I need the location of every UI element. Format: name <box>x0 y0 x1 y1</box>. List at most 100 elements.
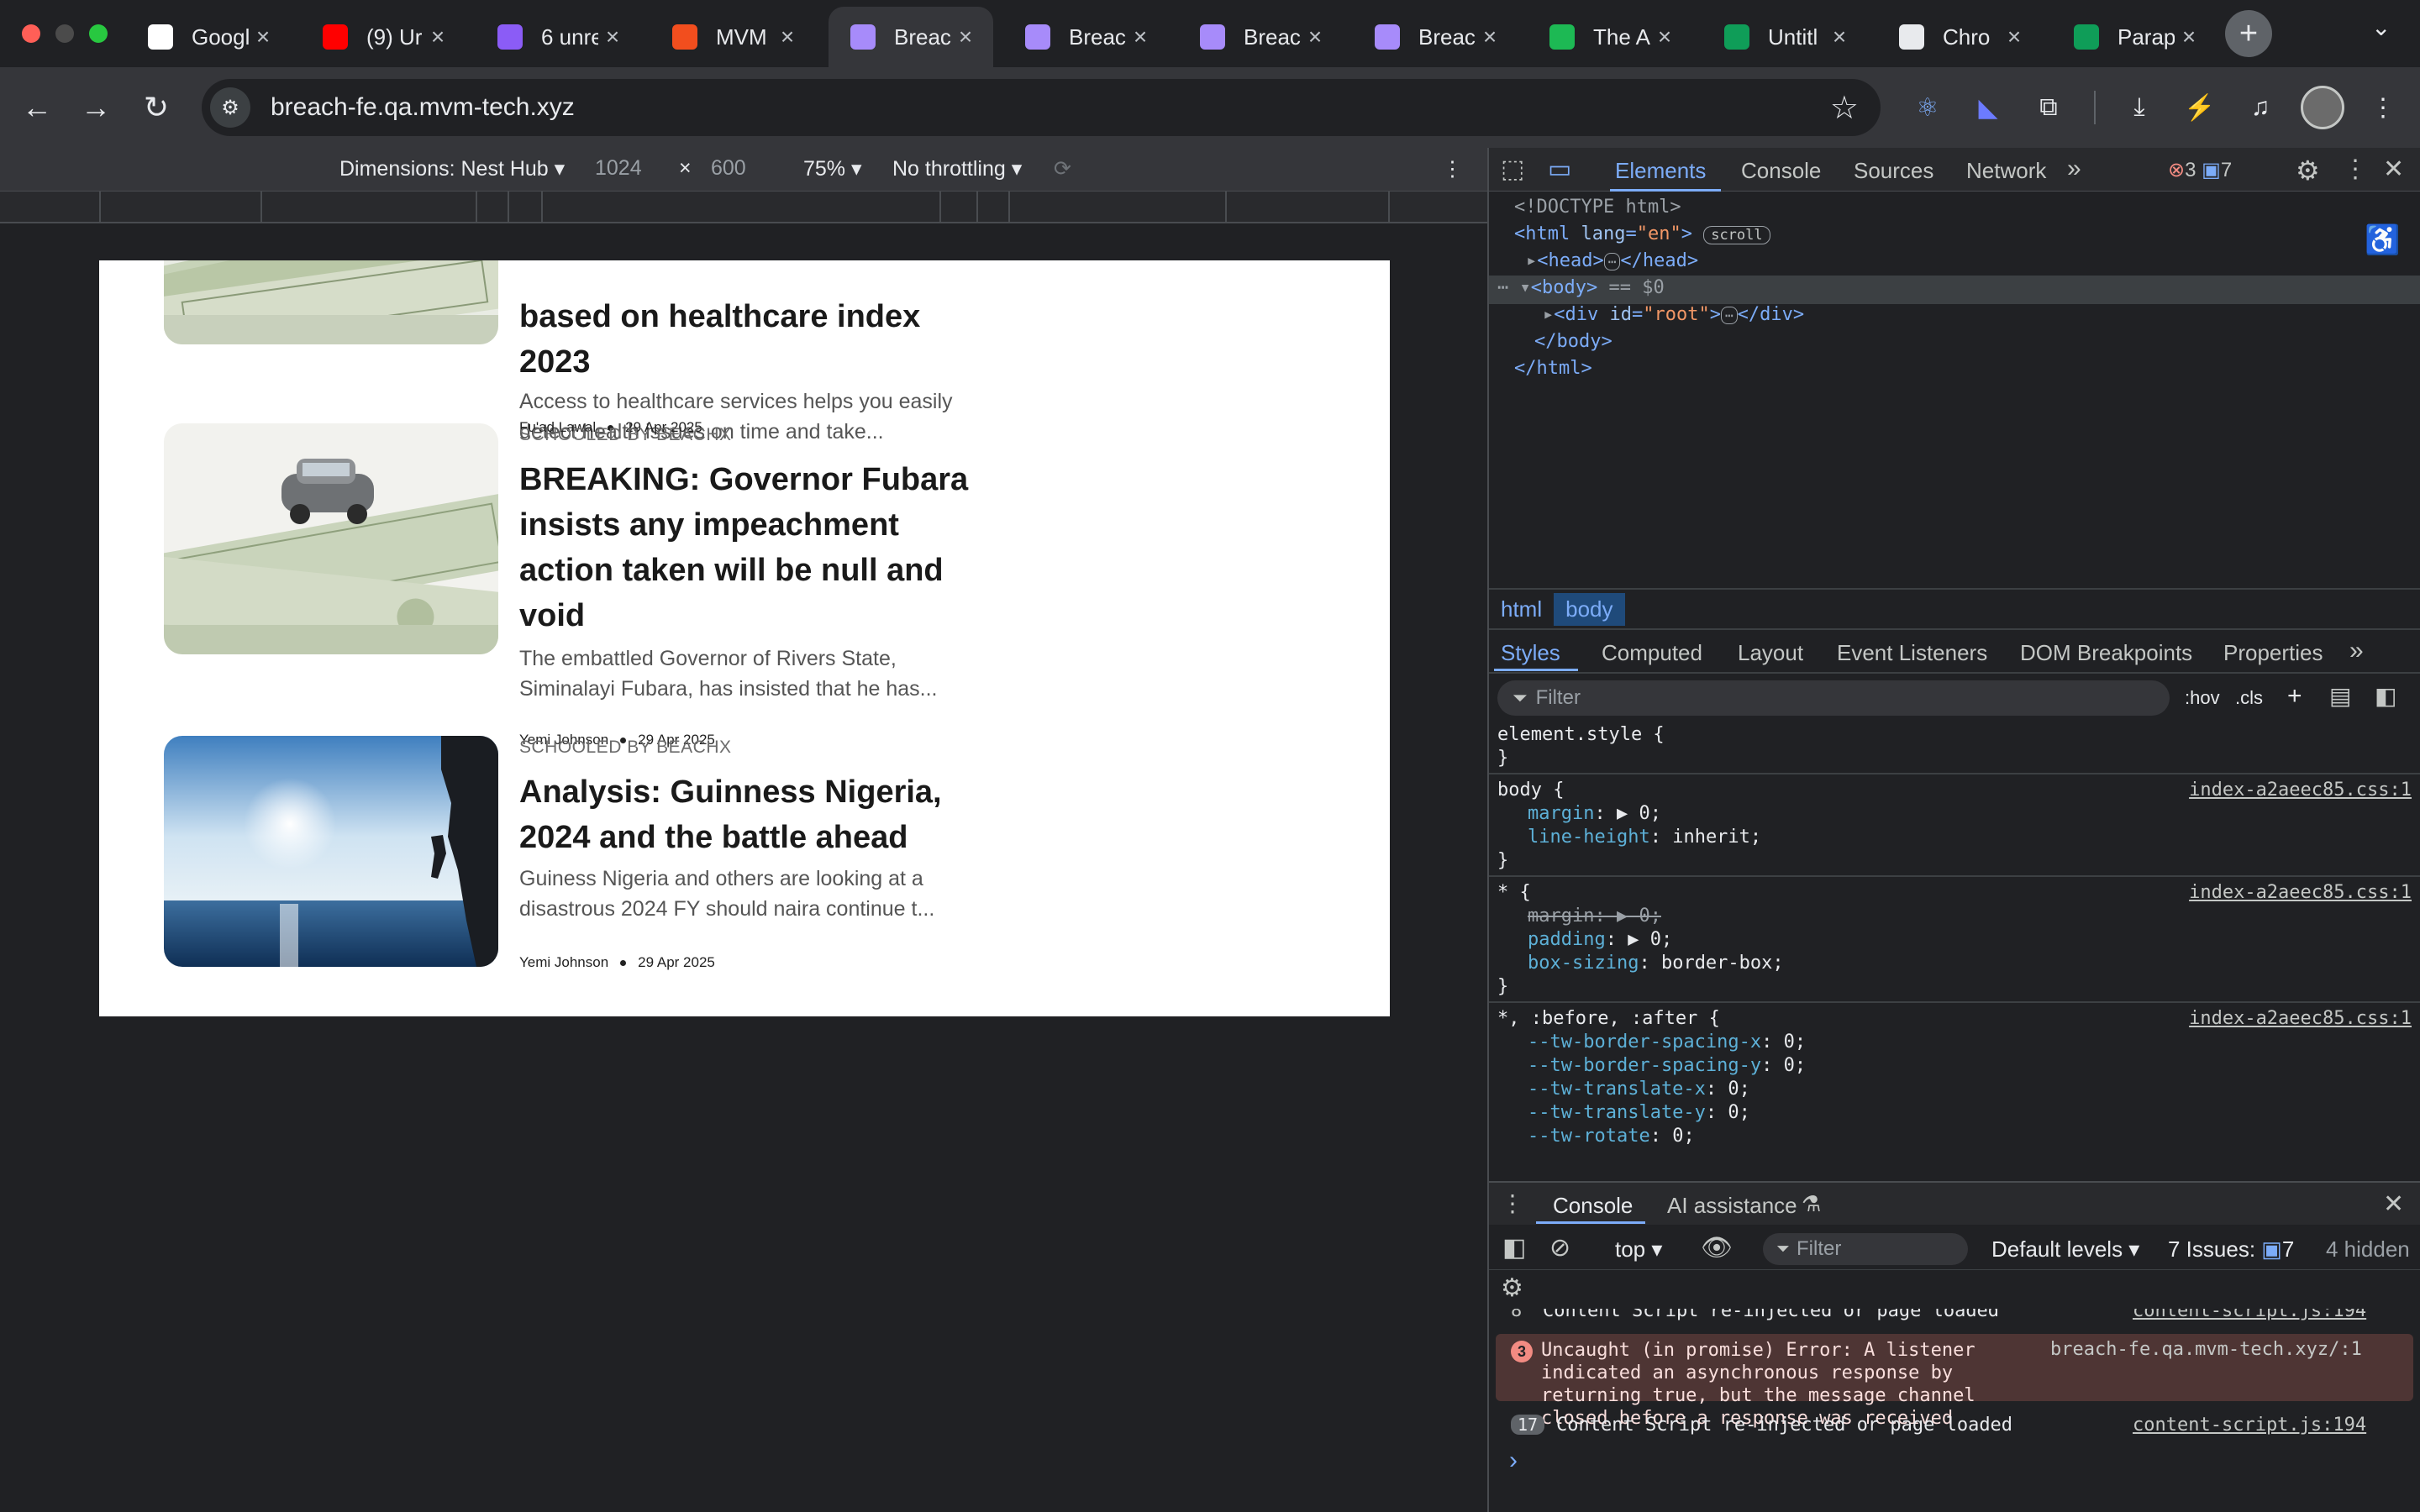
console-prompt[interactable]: › <box>1509 1446 1518 1475</box>
tab-dom-breakpoints[interactable]: DOM Breakpoints <box>2020 640 2192 666</box>
tab-sources[interactable]: Sources <box>1854 158 1933 184</box>
style-source-link[interactable]: index-a2aeec85.css:1 <box>2189 780 2412 801</box>
issues-button[interactable]: 7 Issues: ▣7 <box>2168 1236 2294 1263</box>
dom-body-node[interactable]: ⋯ ▾<body> == $0 <box>1497 277 1665 298</box>
extension-icon[interactable]: ◣ <box>1968 87 2008 128</box>
console-sidebar-icon[interactable]: ◧ <box>1502 1233 1526 1263</box>
tab-properties[interactable]: Properties <box>2223 640 2323 666</box>
device-width-input[interactable]: 1024 <box>595 156 642 181</box>
close-tab-icon[interactable]: × <box>2176 24 2202 50</box>
dom-body-close[interactable]: </body> <box>1534 331 1612 352</box>
minimize-window-button[interactable] <box>55 24 74 43</box>
dom-root-node[interactable]: ▸<div id="root"> ⋯ </div> <box>1543 304 1804 325</box>
media-query-ruler[interactable] <box>0 192 1487 223</box>
react-devtools-icon[interactable]: ⚛ <box>1907 87 1948 128</box>
device-toolbar-more-icon[interactable]: ⋮ <box>1442 156 1463 181</box>
style-rule-selector[interactable]: * { <box>1497 882 1531 903</box>
extensions-puzzle-icon[interactable]: ⧉ <box>2028 87 2069 128</box>
tab-vite[interactable]: Breac × <box>1003 7 1168 67</box>
reload-button[interactable]: ↻ <box>133 84 180 131</box>
tab-computed[interactable]: Computed <box>1602 640 1702 666</box>
error-source[interactable]: breach-fe.qa.mvm-tech.xyz/:1 <box>2050 1339 2362 1360</box>
style-prop[interactable]: --tw-translate-x: 0; <box>1528 1079 1750 1100</box>
tab-youtube[interactable]: (9) Ur × <box>301 7 466 67</box>
article-card[interactable]: Fu'ad Lawal 29 Apr 2025 SCHOOLED BY BEACH… <box>164 419 1004 701</box>
dom-html-close[interactable]: </html> <box>1514 358 1592 379</box>
style-prop[interactable]: --tw-translate-y: 0; <box>1528 1102 1750 1123</box>
tab-figma[interactable]: MVM × <box>650 7 815 67</box>
style-prop[interactable]: box-sizing: border-box; <box>1528 953 1784 974</box>
back-button[interactable]: ← <box>13 84 60 131</box>
cls-toggle[interactable]: .cls <box>2235 687 2263 709</box>
style-prop[interactable]: --tw-border-spacing-x: 0; <box>1528 1032 1806 1053</box>
tab-sheets[interactable]: Parap × <box>2052 7 2217 67</box>
more-tabs-icon[interactable]: » <box>2067 155 2081 183</box>
style-rule-selector[interactable]: *, :before, :after { <box>1497 1008 1720 1029</box>
close-tab-icon[interactable]: × <box>600 24 625 50</box>
article-thumbnail[interactable] <box>164 736 498 967</box>
style-prop-overridden[interactable]: margin: ▶ 0; <box>1528 906 1661 927</box>
article-headline[interactable]: based on healthcare index 2023 <box>519 294 973 385</box>
dom-head-node[interactable]: ▸<head> ⋯ </head> <box>1526 250 1698 271</box>
drawer-menu-icon[interactable]: ⋮ <box>1501 1189 1524 1217</box>
tab-vite[interactable]: Breac × <box>829 7 993 67</box>
tab-search-chevron-icon[interactable]: ⌄ <box>2371 13 2391 41</box>
new-rule-icon[interactable]: + <box>2287 682 2302 711</box>
tab-vite[interactable]: Breac × <box>1353 7 1518 67</box>
log-levels-select[interactable]: Default levels ▾ <box>1991 1236 2139 1263</box>
article-headline[interactable]: Analysis: Guinness Nigeria, 2024 and the… <box>519 769 973 860</box>
drawer-tab-console[interactable]: Console <box>1553 1193 1633 1219</box>
style-prop[interactable]: --tw-rotate: 0; <box>1528 1126 1695 1147</box>
article-thumbnail[interactable] <box>164 260 498 344</box>
inspect-element-icon[interactable]: ⬚ <box>1501 155 1524 184</box>
profile-avatar[interactable] <box>2301 86 2344 129</box>
close-tab-icon[interactable]: × <box>250 24 276 50</box>
sidebar-toggle-icon[interactable]: ◧ <box>2375 682 2396 710</box>
close-devtools-icon[interactable]: ✕ <box>2383 155 2404 184</box>
performance-icon[interactable]: ⚡ <box>2180 87 2220 128</box>
article-thumbnail[interactable] <box>164 423 498 654</box>
close-tab-icon[interactable]: × <box>1827 24 1852 50</box>
style-source-link[interactable]: index-a2aeec85.css:1 <box>2189 882 2412 903</box>
style-prop[interactable]: line-height: inherit; <box>1528 827 1761 848</box>
new-tab-button[interactable]: + <box>2225 10 2272 57</box>
console-settings-gear-icon[interactable]: ⚙ <box>1501 1273 1523 1303</box>
browser-menu-icon[interactable]: ⋮ <box>2363 87 2403 128</box>
device-dimensions-select[interactable]: Dimensions: Nest Hub ▾ <box>339 156 565 181</box>
drawer-tab-ai-assistance[interactable]: AI assistance <box>1667 1193 1797 1219</box>
throttling-select[interactable]: No throttling ▾ <box>892 156 1022 181</box>
dom-html-node[interactable]: <html lang="en"> scroll <box>1514 223 1770 244</box>
live-expression-eye-icon[interactable]: 👁 <box>1701 1233 1733 1263</box>
devtools-menu-icon[interactable]: ⋮ <box>2343 155 2368 184</box>
device-height-input[interactable]: 600 <box>711 156 746 181</box>
tab-sheets[interactable]: Untitl × <box>1702 7 1867 67</box>
tab-layout[interactable]: Layout <box>1738 640 1803 666</box>
console-message[interactable]: 8 Content Script re-injected or page loa… <box>1489 1309 2420 1327</box>
settings-gear-icon[interactable]: ⚙ <box>2296 155 2320 186</box>
accessibility-icon[interactable]: ♿ <box>2365 223 2400 257</box>
tab-chatgpt[interactable]: Chro × <box>1877 7 2042 67</box>
article-headline[interactable]: BREAKING: Governor Fubara insists any im… <box>519 457 973 638</box>
scroll-badge[interactable]: scroll <box>1703 226 1770 244</box>
close-window-button[interactable] <box>22 24 40 43</box>
tab-mail[interactable]: 6 unre × <box>476 7 640 67</box>
error-count-badge[interactable]: ⊗3 ▣7 <box>2168 158 2232 182</box>
style-prop[interactable]: padding: ▶ 0; <box>1528 929 1672 950</box>
close-tab-icon[interactable]: × <box>425 24 450 50</box>
site-info-icon[interactable]: ⚙ <box>210 87 250 128</box>
more-style-tabs-icon[interactable]: » <box>2349 637 2364 665</box>
close-tab-icon[interactable]: × <box>1128 24 1153 50</box>
style-prop[interactable]: margin: ▶ 0; <box>1528 803 1661 824</box>
address-bar[interactable]: ⚙ breach-fe.qa.mvm-tech.xyz ☆ <box>202 79 1881 136</box>
context-select[interactable]: top ▾ <box>1615 1236 1662 1263</box>
bookmark-star-icon[interactable]: ☆ <box>1830 89 1859 127</box>
tab-network[interactable]: Network <box>1966 158 2046 184</box>
maximize-window-button[interactable] <box>89 24 108 43</box>
tab-event-listeners[interactable]: Event Listeners <box>1837 640 1987 666</box>
tab-elements[interactable]: Elements <box>1615 158 1706 184</box>
style-rule-selector[interactable]: element.style { <box>1497 724 1665 745</box>
console-error-message[interactable]: 3 Uncaught (in promise) Error: A listene… <box>1496 1334 2413 1429</box>
styles-filter-input[interactable]: ⏷ Filter <box>1497 680 2170 716</box>
media-controls-icon[interactable]: ♫ <box>2240 87 2281 128</box>
close-tab-icon[interactable]: × <box>1302 24 1328 50</box>
